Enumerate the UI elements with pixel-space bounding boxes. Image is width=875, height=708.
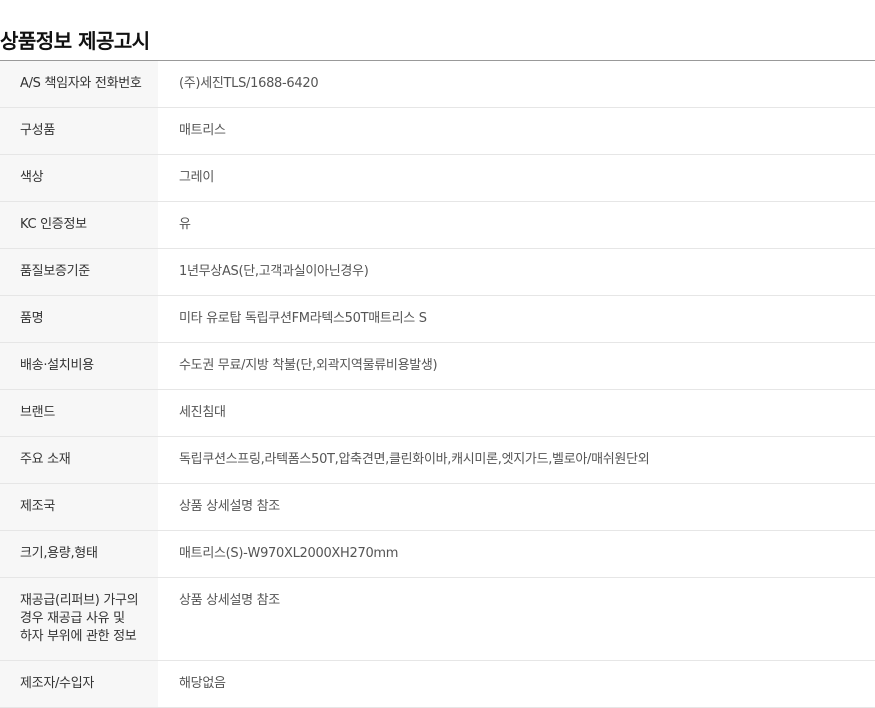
- row-label: 재공급(리퍼브) 가구의 경우 재공급 사유 및 하자 부위에 관한 정보: [0, 577, 158, 661]
- row-value: 수도권 무료/지방 착불(단,외곽지역물류비용발생): [158, 342, 875, 390]
- table-row: 제조자/수입자 해당없음: [0, 660, 875, 708]
- row-label: 구성품: [0, 107, 158, 155]
- table-row: A/S 책임자와 전화번호 (주)세진TLS/1688-6420: [0, 60, 875, 108]
- product-info-table: A/S 책임자와 전화번호 (주)세진TLS/1688-6420 구성품 매트리…: [0, 60, 875, 708]
- row-value: 미타 유로탑 독립쿠션FM라텍스50T매트리스 S: [158, 295, 875, 343]
- table-row: 색상 그레이: [0, 154, 875, 202]
- table-row: 브랜드 세진침대: [0, 389, 875, 437]
- table-row: 재공급(리퍼브) 가구의 경우 재공급 사유 및 하자 부위에 관한 정보 상품…: [0, 577, 875, 661]
- page-title: 상품정보 제공고시: [0, 28, 150, 53]
- table-row: KC 인증정보 유: [0, 201, 875, 249]
- row-label: A/S 책임자와 전화번호: [0, 60, 158, 108]
- row-value: 상품 상세설명 참조: [158, 577, 875, 661]
- row-label: KC 인증정보: [0, 201, 158, 249]
- table-row: 품명 미타 유로탑 독립쿠션FM라텍스50T매트리스 S: [0, 295, 875, 343]
- row-label: 배송·설치비용: [0, 342, 158, 390]
- table-row: 품질보증기준 1년무상AS(단,고객과실이아닌경우): [0, 248, 875, 296]
- row-value: 독립쿠션스프링,라텍폼스50T,압축견면,클린화이바,캐시미론,엣지가드,벨로아…: [158, 436, 875, 484]
- row-value: 1년무상AS(단,고객과실이아닌경우): [158, 248, 875, 296]
- row-value: 매트리스: [158, 107, 875, 155]
- row-value: 그레이: [158, 154, 875, 202]
- product-info-notice: 상품정보 제공고시 A/S 책임자와 전화번호 (주)세진TLS/1688-64…: [0, 0, 875, 708]
- table-row: 배송·설치비용 수도권 무료/지방 착불(단,외곽지역물류비용발생): [0, 342, 875, 390]
- row-label: 크기,용량,형태: [0, 530, 158, 578]
- row-value: 상품 상세설명 참조: [158, 483, 875, 531]
- row-label: 제조자/수입자: [0, 660, 158, 708]
- table-row: 주요 소재 독립쿠션스프링,라텍폼스50T,압축견면,클린화이바,캐시미론,엣지…: [0, 436, 875, 484]
- table-row: 구성품 매트리스: [0, 107, 875, 155]
- row-value: 매트리스(S)-W970XL2000XH270mm: [158, 530, 875, 578]
- table-row: 크기,용량,형태 매트리스(S)-W970XL2000XH270mm: [0, 530, 875, 578]
- row-label: 품질보증기준: [0, 248, 158, 296]
- row-value: (주)세진TLS/1688-6420: [158, 60, 875, 108]
- row-value: 세진침대: [158, 389, 875, 437]
- row-label: 품명: [0, 295, 158, 343]
- row-label: 색상: [0, 154, 158, 202]
- row-value: 해당없음: [158, 660, 875, 708]
- row-label: 브랜드: [0, 389, 158, 437]
- row-label: 제조국: [0, 483, 158, 531]
- row-value: 유: [158, 201, 875, 249]
- row-label: 주요 소재: [0, 436, 158, 484]
- table-row: 제조국 상품 상세설명 참조: [0, 483, 875, 531]
